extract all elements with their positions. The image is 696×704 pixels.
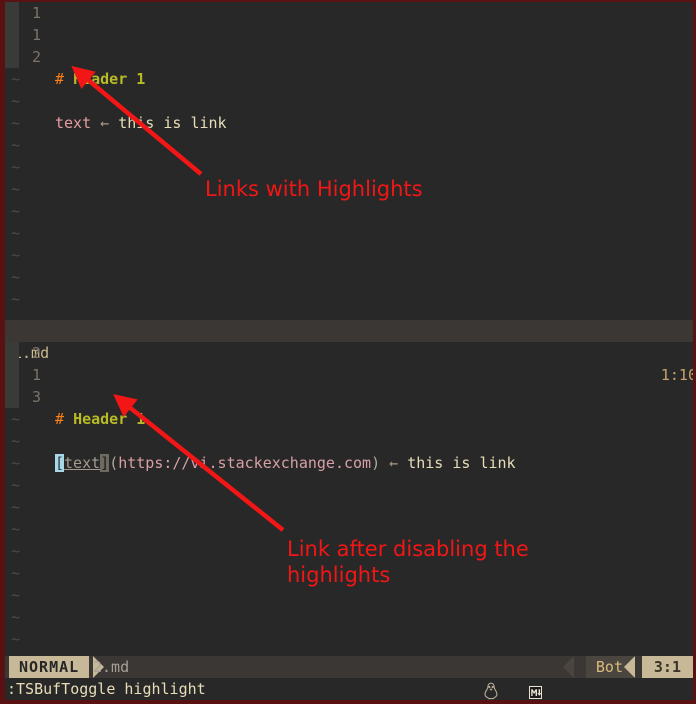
tilde-glyph: ~ — [11, 290, 21, 308]
line-number: 1 — [31, 366, 41, 384]
empty-line-marker: ~ — [5, 68, 693, 90]
line-number: 1 — [31, 26, 41, 44]
statusline: NORMAL 2.md utf-8 ❮ ❮ — [5, 656, 693, 700]
tilde-glyph: ~ — [11, 410, 21, 428]
code-line[interactable]: 2 # Header 1 — [5, 342, 693, 428]
scroll-separator-arrow — [563, 656, 574, 678]
line-number: 1 — [31, 4, 41, 22]
status-cursor-position: 3:1 — [641, 656, 693, 678]
terminal-frame: 1 # Header 1 1 2 text ← this is link ~ ~ ~… — [0, 0, 696, 704]
line-number: 2 — [31, 344, 41, 362]
empty-line-marker: ~ — [5, 408, 693, 430]
empty-line-marker: ~ — [5, 90, 693, 112]
tilde-glyph: ~ — [11, 630, 21, 648]
tilde-glyph: ~ — [11, 520, 21, 538]
code-line[interactable]: 1 — [5, 24, 693, 46]
tilde-glyph: ~ — [11, 180, 21, 198]
empty-line-marker: ~ — [5, 134, 693, 156]
empty-line-marker: ~ — [5, 452, 693, 474]
neovim-screen: 1 # Header 1 1 2 text ← this is link ~ ~ ~… — [5, 2, 693, 700]
tilde-glyph: ~ — [11, 158, 21, 176]
empty-line-marker: ~ — [5, 474, 693, 496]
tilde-glyph: ~ — [11, 498, 21, 516]
tilde-glyph: ~ — [11, 586, 21, 604]
tilde-glyph: ~ — [11, 268, 21, 286]
empty-line-marker: ~ — [5, 222, 693, 244]
empty-line-marker: ~ — [5, 288, 693, 310]
empty-line-marker: ~ — [5, 496, 693, 518]
tilde-glyph: ~ — [11, 454, 21, 472]
line-number: 3 — [31, 388, 41, 406]
empty-line-marker: ~ — [5, 244, 693, 266]
empty-line-marker: ~ — [5, 266, 693, 288]
empty-line-marker: ~ — [5, 628, 693, 650]
tilde-glyph: ~ — [11, 564, 21, 582]
empty-line-marker: ~ — [5, 606, 693, 628]
annotation-bottom: Link after disabling the highlights — [287, 537, 529, 587]
code-line[interactable]: 3 [text](https://vi.stackexchange.com) ←… — [5, 386, 693, 472]
code-line[interactable]: 1 # Header 1 — [5, 2, 693, 88]
empty-line-marker: ~ — [5, 200, 693, 222]
empty-line-marker: ~ — [5, 156, 693, 178]
position-separator-arrow — [624, 656, 635, 678]
status-filename: 2.md — [93, 658, 130, 676]
empty-line-marker: ~ — [5, 112, 693, 134]
line-number: 2 — [31, 48, 41, 66]
tilde-glyph: ~ — [11, 224, 21, 242]
tilde-glyph: ~ — [11, 114, 21, 132]
code-line[interactable]: 2 text ← this is link — [5, 46, 693, 132]
tilde-glyph: ~ — [11, 92, 21, 110]
tilde-glyph: ~ — [11, 70, 21, 88]
status-mode: NORMAL — [9, 656, 90, 678]
command-line[interactable]: :TSBufToggle highlight — [5, 678, 693, 700]
empty-line-marker: ~ — [5, 430, 693, 452]
tilde-glyph: ~ — [11, 608, 21, 626]
tilde-glyph: ~ — [11, 476, 21, 494]
tilde-glyph: ~ — [11, 542, 21, 560]
tilde-glyph: ~ — [11, 202, 21, 220]
annotation-top: Links with Highlights — [205, 177, 423, 201]
tilde-glyph: ~ — [11, 136, 21, 154]
tilde-glyph: ~ — [11, 246, 21, 264]
window-statusline-top: 1.md 1:10 — [5, 320, 693, 384]
tilde-glyph: ~ — [11, 432, 21, 450]
code-line[interactable]: 1 — [5, 364, 693, 386]
